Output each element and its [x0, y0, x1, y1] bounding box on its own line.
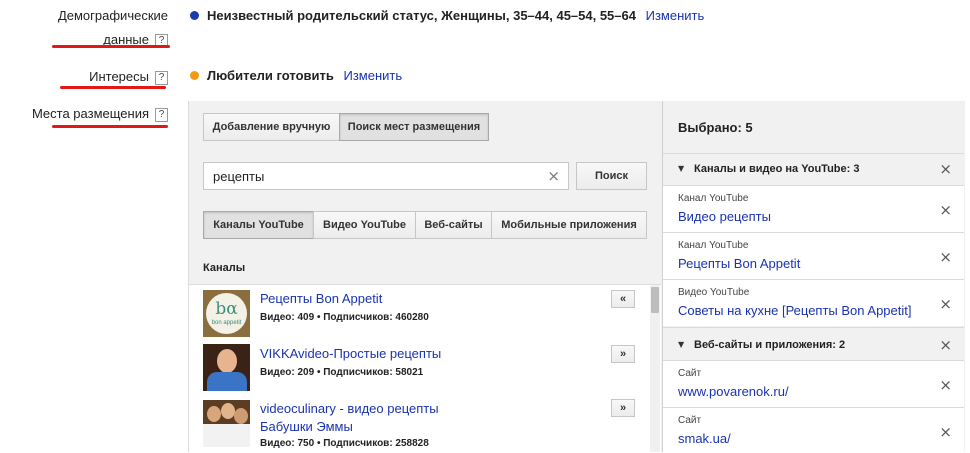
tab-youtube-videos[interactable]: Видео YouTube — [313, 211, 416, 239]
channel-title-link[interactable]: Рецепты Bon Appetit — [260, 291, 382, 306]
group-header-youtube[interactable]: ▼ Каналы и видео на YouTube: 3 × — [663, 153, 964, 186]
list-header: Каналы — [203, 262, 246, 274]
clear-icon[interactable]: × — [547, 167, 560, 185]
annotation-underline — [52, 125, 168, 128]
collapse-icon[interactable]: ▼ — [678, 164, 684, 173]
group-header-websites[interactable]: ▼ Веб-сайты и приложения: 2 × — [663, 327, 964, 360]
interests-label-block: Интересы? — [0, 68, 168, 88]
help-icon[interactable]: ? — [155, 108, 168, 122]
annotation-underline — [60, 86, 166, 89]
group-title: Веб-сайты и приложения: 2 — [694, 339, 846, 351]
item-type: Сайт — [678, 368, 702, 379]
group-photo-icon — [207, 406, 221, 422]
search-button[interactable]: Поиск — [576, 162, 647, 190]
help-icon[interactable]: ? — [155, 71, 168, 85]
interests-label: Интересы? — [89, 69, 168, 85]
tab-websites[interactable]: Веб-сайты — [415, 211, 492, 239]
interests-value-row: Любители готовить Изменить — [190, 68, 402, 83]
channel-title-link[interactable]: videoculinary - видео рецепты — [260, 401, 439, 416]
channel-thumbnail — [203, 344, 250, 391]
remove-item-icon[interactable]: × — [939, 423, 952, 441]
selected-item: Сайт www.povarenok.ru/ × — [663, 360, 964, 407]
interests-value: Любители готовить — [207, 68, 334, 83]
item-type: Видео YouTube — [678, 287, 750, 298]
placements-label-block: Места размещения? — [0, 105, 168, 125]
selected-item: Сайт smak.ua/ × — [663, 407, 964, 453]
channel-title-link-line2[interactable]: Бабушки Эммы — [260, 419, 353, 434]
item-name-link[interactable]: Советы на кухне [Рецепты Bon Appetit] — [678, 303, 912, 318]
tab-placement-search[interactable]: Поиск мест размещения — [339, 113, 489, 141]
channel-thumbnail — [203, 400, 250, 447]
item-type: Канал YouTube — [678, 240, 749, 251]
status-dot-icon — [190, 71, 199, 80]
channel-stats: Видео: 409 • Подписчиков: 460280 — [260, 312, 429, 323]
item-name-link[interactable]: Рецепты Bon Appetit — [678, 256, 800, 271]
demographics-label-block: Демографические данные? — [0, 6, 168, 48]
tab-manual-add[interactable]: Добавление вручную — [203, 113, 340, 141]
selected-item: Канал YouTube Видео рецепты × — [663, 185, 964, 232]
scrollbar-thumb[interactable] — [651, 287, 659, 313]
demographics-value: Неизвестный родительский статус, Женщины… — [207, 8, 636, 23]
demographics-label-line1: Демографические — [57, 8, 168, 23]
search-input[interactable]: рецепты × — [203, 162, 569, 190]
selected-item: Канал YouTube Рецепты Bon Appetit × — [663, 232, 964, 279]
selected-count-title: Выбрано: 5 — [678, 120, 753, 135]
channel-title-link[interactable]: VIKKAvideo-Простые рецепты — [260, 346, 441, 361]
group-title: Каналы и видео на YouTube: 3 — [694, 163, 860, 175]
channel-stats: Видео: 209 • Подписчиков: 58021 — [260, 367, 424, 378]
remove-group-icon[interactable]: × — [939, 160, 952, 178]
woman-photo-icon — [217, 349, 237, 373]
remove-item-icon[interactable]: × — [939, 295, 952, 313]
item-type: Сайт — [678, 415, 702, 426]
demographics-value-row: Неизвестный родительский статус, Женщины… — [190, 8, 704, 23]
add-channel-button[interactable]: » — [611, 345, 635, 363]
status-dot-icon — [190, 11, 199, 20]
interests-label-text: Интересы — [89, 69, 149, 84]
bon-appetit-logo-icon: bα bon appetit — [206, 293, 247, 334]
channel-stats: Видео: 750 • Подписчиков: 258828 — [260, 438, 429, 449]
item-name-link[interactable]: smak.ua/ — [678, 431, 731, 446]
remove-item-icon[interactable]: × — [939, 248, 952, 266]
tab-mobile-apps[interactable]: Мобильные приложения — [491, 211, 647, 239]
item-type: Канал YouTube — [678, 193, 749, 204]
search-input-value: рецепты — [213, 169, 265, 184]
item-name-link[interactable]: www.povarenok.ru/ — [678, 384, 789, 399]
placements-label-text: Места размещения — [31, 106, 149, 121]
remove-item-icon[interactable]: × — [939, 201, 952, 219]
placements-label: Места размещения? — [32, 106, 168, 122]
tab-youtube-channels[interactable]: Каналы YouTube — [203, 211, 314, 239]
selected-item: Видео YouTube Советы на кухне [Рецепты B… — [663, 279, 964, 326]
item-name-link[interactable]: Видео рецепты — [678, 209, 771, 224]
add-channel-button[interactable]: » — [611, 399, 635, 417]
remove-item-icon[interactable]: × — [939, 376, 952, 394]
channel-thumbnail: bα bon appetit — [203, 290, 250, 337]
remove-group-icon[interactable]: × — [939, 336, 952, 354]
change-interests-link[interactable]: Изменить — [344, 68, 403, 83]
annotation-underline — [52, 45, 170, 48]
change-demographics-link[interactable]: Изменить — [646, 8, 705, 23]
collapse-icon[interactable]: ▼ — [678, 340, 684, 349]
remove-channel-button[interactable]: « — [611, 290, 635, 308]
